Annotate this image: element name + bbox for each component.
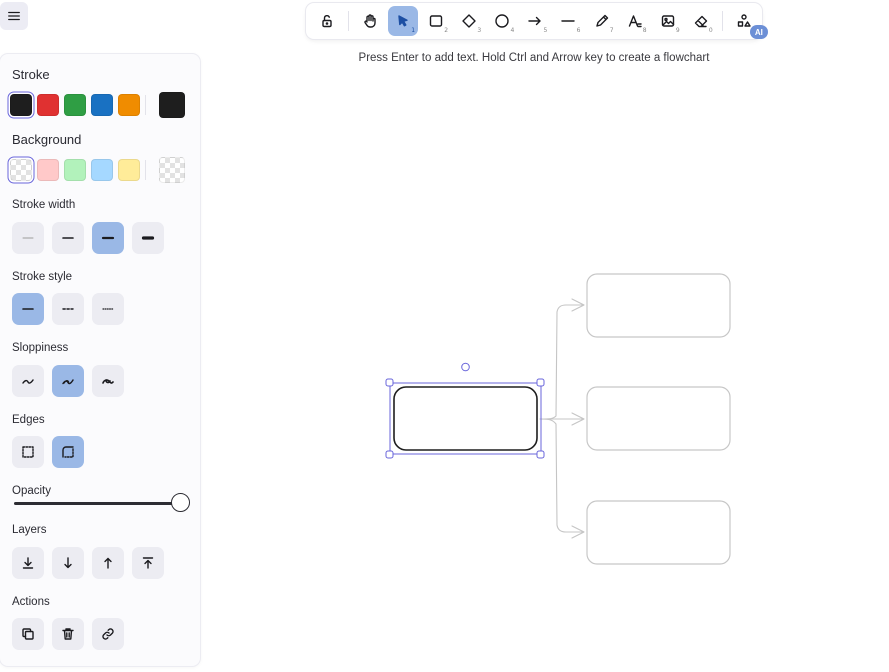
- resize-handles[interactable]: [385, 362, 545, 459]
- flowchart-box-top[interactable]: [586, 273, 731, 338]
- flowchart-connectors: [539, 298, 585, 539]
- flowchart-box-bottom[interactable]: [586, 500, 731, 565]
- drawing-canvas[interactable]: [0, 0, 889, 672]
- selected-rectangle[interactable]: [393, 386, 538, 451]
- resize-handle-bottom-right: [536, 450, 545, 459]
- selection-frame: [389, 382, 542, 455]
- connector-to-top-box: [539, 304, 584, 420]
- connector-to-bottom-box: [539, 418, 584, 533]
- resize-handle-top-right: [536, 378, 545, 387]
- resize-handle-top-left: [385, 378, 394, 387]
- flowchart-box-middle[interactable]: [586, 386, 731, 451]
- resize-handle-bottom-left: [385, 450, 394, 459]
- rotate-handle: [461, 362, 470, 372]
